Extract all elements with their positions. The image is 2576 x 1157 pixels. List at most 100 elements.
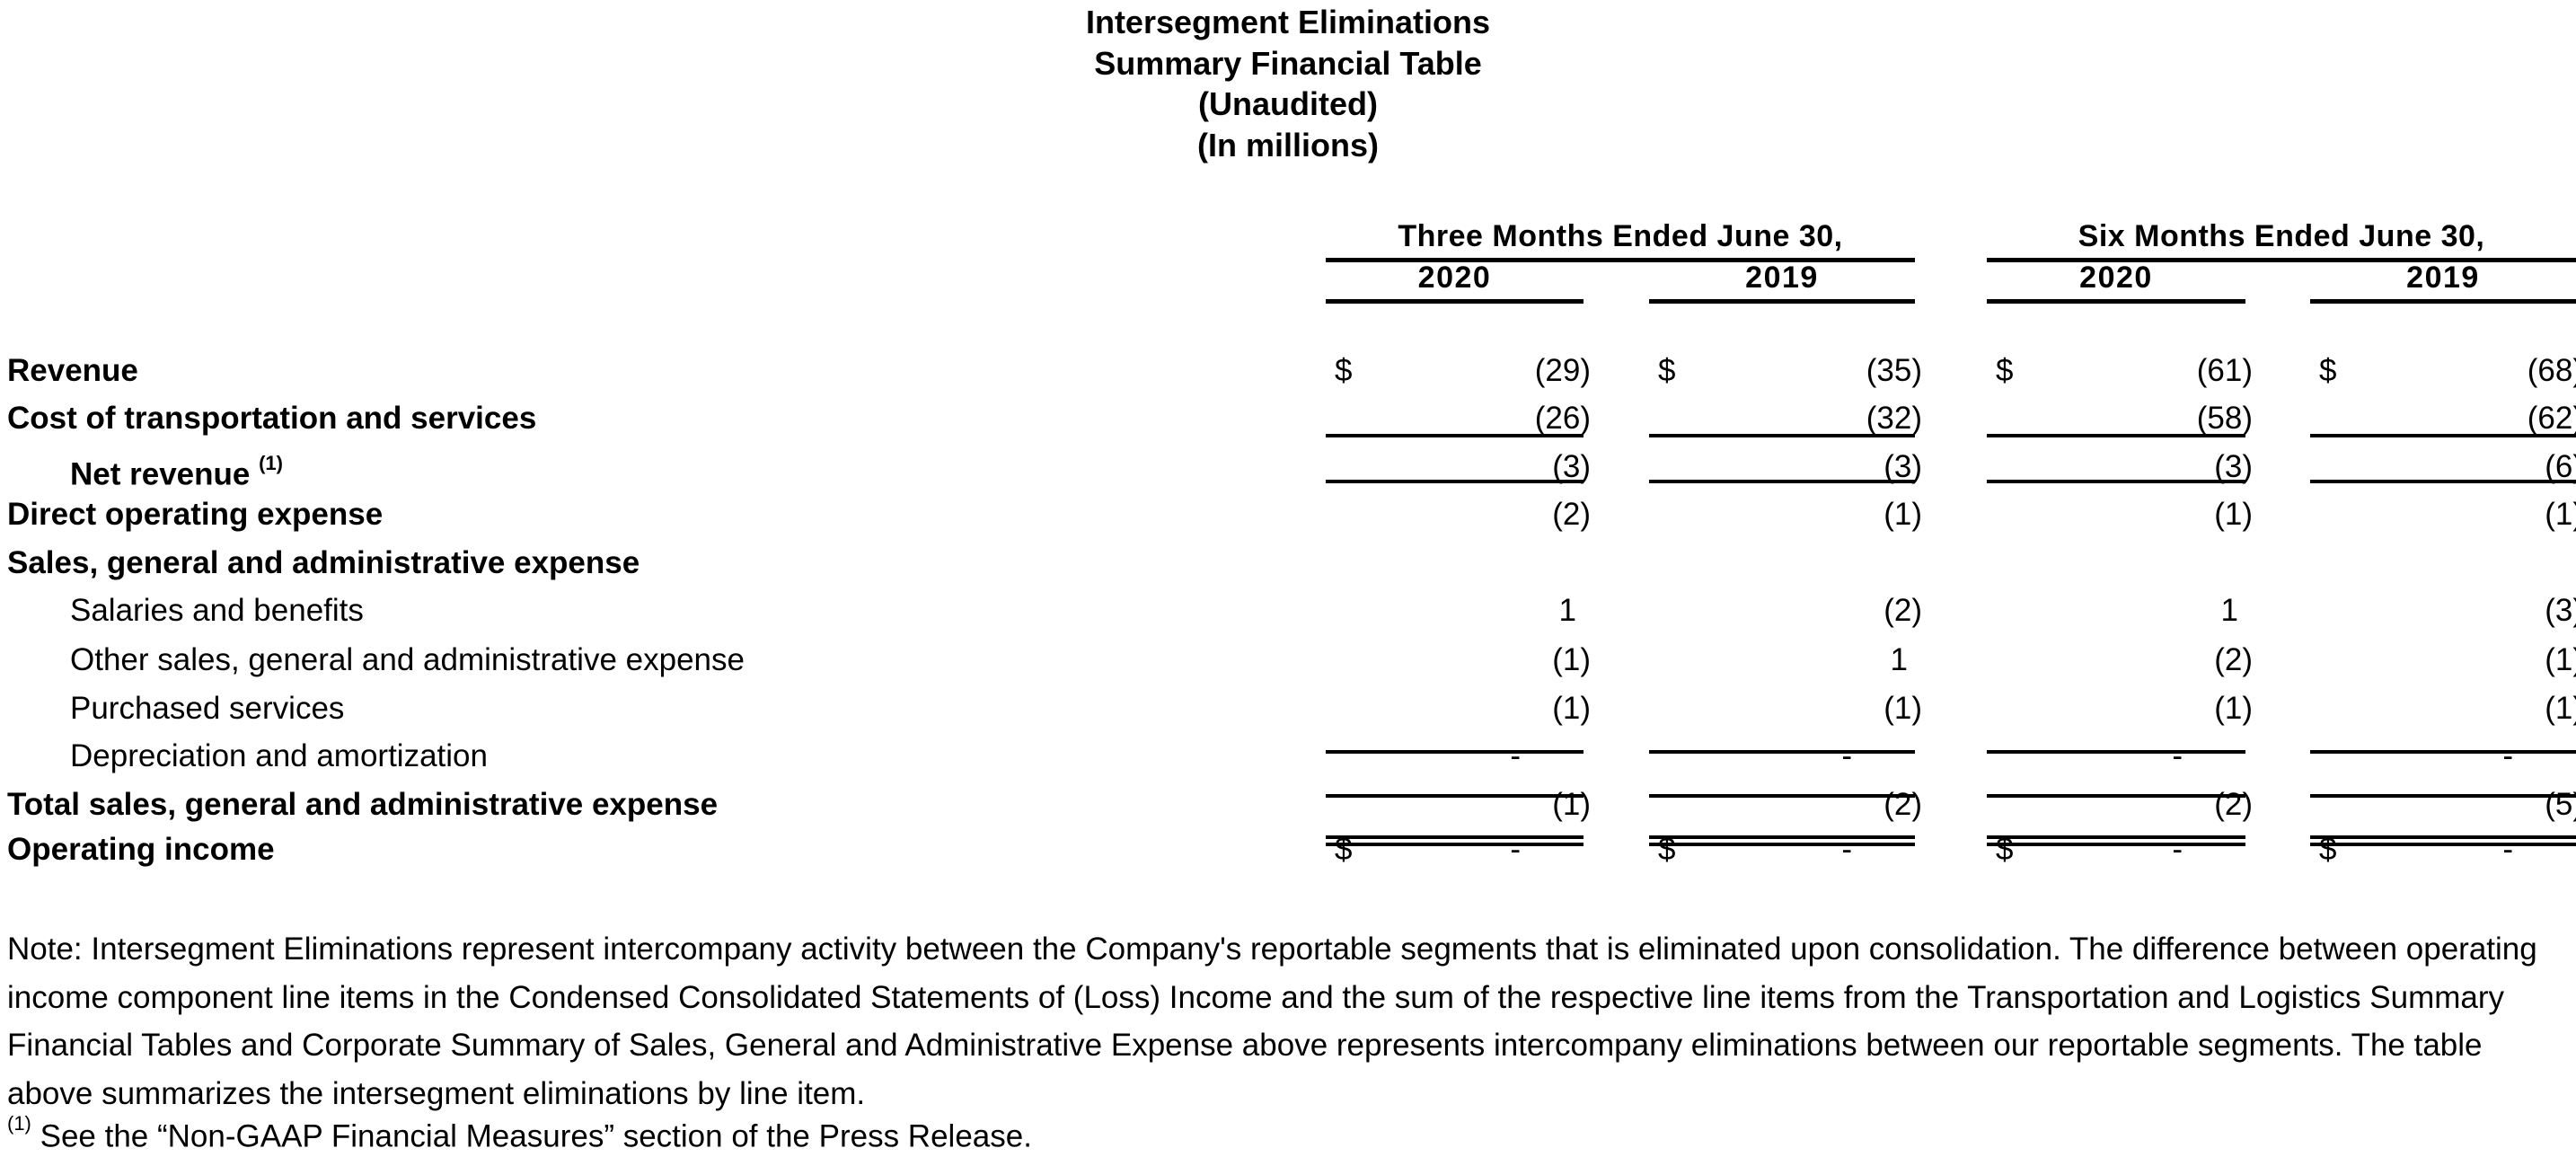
subtotal-rule xyxy=(2310,794,2576,798)
cell-value: - xyxy=(1510,738,1521,773)
total-double-rule xyxy=(1649,835,1915,839)
total-double-rule xyxy=(2310,843,2576,846)
subtotal-rule xyxy=(2310,434,2576,437)
currency-symbol: $ xyxy=(1658,353,1676,388)
subtotal-rule xyxy=(1326,480,1584,483)
total-double-rule xyxy=(2310,835,2576,839)
subtotal-rule xyxy=(2310,480,2576,483)
footnote-text: See the “Non-GAAP Financial Measures” se… xyxy=(31,1118,1032,1154)
cell-value: (1) xyxy=(2214,497,2253,532)
subtotal-rule xyxy=(1987,434,2245,437)
subtotal-rule xyxy=(1987,750,2245,754)
cell-value: - xyxy=(2172,738,2183,773)
subtotal-rule xyxy=(1649,794,1915,798)
table-cell: (2) xyxy=(1987,787,2253,823)
cell-value: (2) xyxy=(2214,787,2253,822)
cell-value: (2) xyxy=(2214,642,2253,677)
table-cell: - xyxy=(1649,738,1915,774)
currency-symbol: $ xyxy=(1996,353,2014,388)
cell-value: 1 xyxy=(1890,642,1908,677)
table-cell: 1 xyxy=(1987,593,2245,629)
total-double-rule xyxy=(1987,835,2245,839)
total-double-rule xyxy=(1987,843,2245,846)
table-cell xyxy=(1987,545,2245,581)
year-header: 2020 xyxy=(1417,261,1492,295)
total-double-rule xyxy=(1326,835,1584,839)
subtotal-rule xyxy=(1649,480,1915,483)
table-cell: (32) xyxy=(1649,401,1922,437)
row-label-text: Revenue xyxy=(7,353,138,388)
table-cell: $ (61) xyxy=(1987,353,2253,389)
table-cell: - xyxy=(1326,738,1584,774)
column-group-three-months: Three Months Ended June 30, xyxy=(1398,219,1843,253)
table-cell: (1) xyxy=(2310,691,2576,727)
title-line-3: (Unaudited) xyxy=(1198,85,1378,122)
row-label: Depreciation and amortization xyxy=(70,738,488,774)
row-label-text: Direct operating expense xyxy=(7,497,384,532)
row-label: Revenue xyxy=(7,353,138,389)
cell-value: (26) xyxy=(1534,401,1591,436)
row-label-text: Sales, general and administrative expens… xyxy=(7,545,640,580)
table-cell xyxy=(1326,545,1584,581)
title-line-2: Summary Financial Table xyxy=(1094,44,1482,82)
note-paragraph: Note: Intersegment Eliminations represen… xyxy=(7,932,2537,1111)
table-cell: (2) xyxy=(1326,497,1591,533)
currency-symbol: $ xyxy=(1335,353,1353,388)
cell-value: 1 xyxy=(1558,593,1576,628)
row-label: Salaries and benefits xyxy=(70,593,364,629)
subtotal-rule xyxy=(1649,434,1915,437)
table-cell: (1) xyxy=(1326,691,1591,727)
table-cell: (58) xyxy=(1987,401,2253,437)
year-header: 2020 xyxy=(2079,261,2153,295)
table-cell: - xyxy=(1987,738,2245,774)
cell-value: (2) xyxy=(1552,497,1591,532)
table-cell: (1) xyxy=(2310,642,2576,678)
table-cell: (1) xyxy=(2310,497,2576,533)
table-cell: (1) xyxy=(1649,497,1922,533)
table-cell: (2) xyxy=(1987,642,2253,678)
table-cell: (1) xyxy=(1649,691,1922,727)
cell-value: (2) xyxy=(1883,593,1922,628)
year-header: 2019 xyxy=(2406,261,2480,295)
row-label: Sales, general and administrative expens… xyxy=(7,545,640,581)
table-cell: 1 xyxy=(1326,593,1584,629)
row-label-text: Net revenue xyxy=(70,456,251,492)
cell-value: (1) xyxy=(1883,497,1922,532)
table-cell: (2) xyxy=(1649,787,1922,823)
cell-value: (1) xyxy=(1883,691,1922,726)
table-cell: $ (68) xyxy=(2310,353,2576,389)
year-underline xyxy=(1326,299,1584,304)
row-label: Purchased services xyxy=(70,691,344,727)
cell-value: (3) xyxy=(2545,593,2576,628)
cell-value: (68) xyxy=(2527,353,2576,388)
cell-value: (1) xyxy=(2545,691,2576,726)
subtotal-rule xyxy=(1987,794,2245,798)
cell-value: (32) xyxy=(1866,401,1922,436)
row-label: Cost of transportation and services xyxy=(7,401,536,437)
cell-value: (58) xyxy=(2196,401,2253,436)
total-double-rule xyxy=(1649,843,1915,846)
cell-value: - xyxy=(1841,738,1852,773)
table-cell: (62) xyxy=(2310,401,2576,437)
table-cell: (1) xyxy=(1326,787,1591,823)
subtotal-rule xyxy=(1326,750,1584,754)
table-cell: (1) xyxy=(1326,642,1591,678)
table-cell xyxy=(1649,545,1915,581)
cell-value: (1) xyxy=(2545,642,2576,677)
column-group-six-months: Six Months Ended June 30, xyxy=(2078,219,2485,253)
row-label: Direct operating expense xyxy=(7,497,383,533)
footnote-marker: (1) xyxy=(7,1112,31,1135)
cell-value: (61) xyxy=(2196,353,2253,388)
row-label-text: Other sales, general and administrative … xyxy=(70,642,745,677)
subtotal-rule xyxy=(1326,434,1584,437)
cell-value: (35) xyxy=(1866,353,1922,388)
table-cell: 1 xyxy=(1649,642,1915,678)
cell-value: (1) xyxy=(1552,642,1591,677)
total-double-rule xyxy=(1326,843,1584,846)
title-line-4: (In millions) xyxy=(1197,126,1379,163)
subtotal-rule xyxy=(1987,480,2245,483)
row-label-text: Cost of transportation and services xyxy=(7,401,537,436)
cell-value: (62) xyxy=(2527,401,2576,436)
cell-value: 1 xyxy=(2220,593,2238,628)
row-label-text: Salaries and benefits xyxy=(70,593,364,628)
